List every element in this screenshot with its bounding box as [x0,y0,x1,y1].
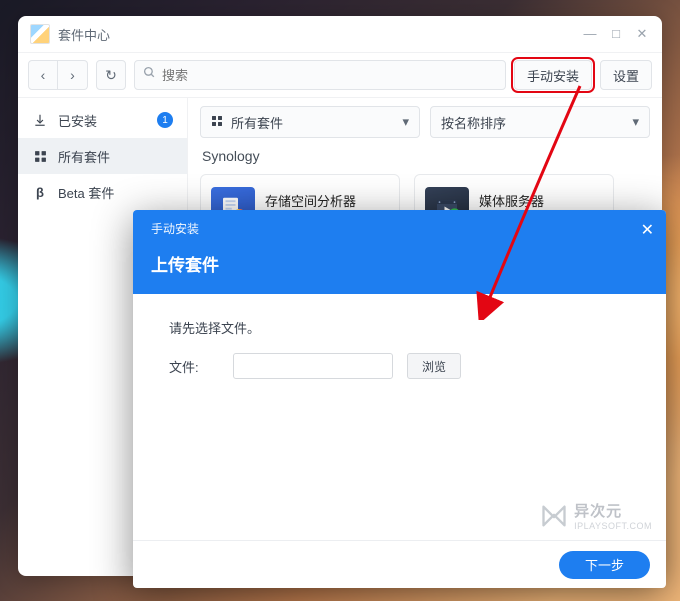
close-icon[interactable]: ✕ [634,26,650,42]
settings-label: 设置 [613,66,639,85]
sidebar-item-installed[interactable]: 已安装 1 [18,102,187,138]
modal-breadcrumb: 手动安装 [151,220,648,237]
manual-install-button[interactable]: 手动安装 [514,60,592,90]
installed-badge: 1 [157,112,173,128]
category-filter-dropdown[interactable]: 所有套件 ▾ [200,106,420,138]
search-icon [143,66,156,84]
sort-label: 按名称排序 [441,113,506,132]
modal-close-button[interactable]: ✕ [641,220,654,240]
toolbar: ‹ › ↻ 手动安装 设置 [18,52,662,98]
reload-icon: ↻ [105,67,117,84]
modal-footer: 下一步 [133,540,666,588]
beta-icon: β [32,185,48,200]
modal-header: 手动安装 上传套件 ✕ [133,210,666,294]
sidebar-item-beta[interactable]: β Beta 套件 [18,174,187,210]
sidebar-item-label: 所有套件 [58,147,110,166]
nav-back-button[interactable]: ‹ [28,60,58,90]
card-title: 媒体服务器 [479,191,544,210]
modal-body: 请先选择文件。 文件: 浏览 [133,294,666,403]
sidebar-item-label: 已安装 [58,111,97,130]
card-title: 存储空间分析器 [265,191,356,210]
settings-button[interactable]: 设置 [600,60,652,90]
chevron-left-icon: ‹ [41,67,46,83]
nav-forward-button[interactable]: › [58,60,88,90]
file-path-input[interactable] [233,353,393,379]
browse-button[interactable]: 浏览 [407,353,461,379]
grid-icon [32,150,48,163]
app-icon [30,24,50,44]
manual-install-modal: 手动安装 上传套件 ✕ 请先选择文件。 文件: 浏览 下一步 [133,210,666,588]
window-title: 套件中心 [58,25,110,44]
modal-title: 上传套件 [151,251,648,276]
maximize-icon[interactable]: □ [608,26,624,42]
modal-instruction: 请先选择文件。 [169,318,630,337]
sort-dropdown[interactable]: 按名称排序 ▾ [430,106,650,138]
manual-install-label: 手动安装 [527,66,579,85]
chevron-right-icon: › [70,67,75,83]
browse-label: 浏览 [422,358,446,375]
sidebar-item-label: Beta 套件 [58,183,114,202]
next-label: 下一步 [585,558,624,573]
file-label: 文件: [169,357,219,376]
caret-down-icon: ▾ [402,114,409,130]
download-icon [32,113,48,127]
section-title: Synology [202,148,648,164]
search-input[interactable] [162,68,497,83]
next-button[interactable]: 下一步 [559,551,650,579]
caret-down-icon: ▾ [632,114,639,130]
minimize-icon[interactable]: — [582,26,598,42]
titlebar: 套件中心 — □ ✕ [18,16,662,52]
sidebar-item-all-packages[interactable]: 所有套件 [18,138,187,174]
category-filter-label: 所有套件 [231,113,283,132]
search-box[interactable] [134,60,506,90]
reload-button[interactable]: ↻ [96,60,126,90]
grid-icon [211,115,223,130]
